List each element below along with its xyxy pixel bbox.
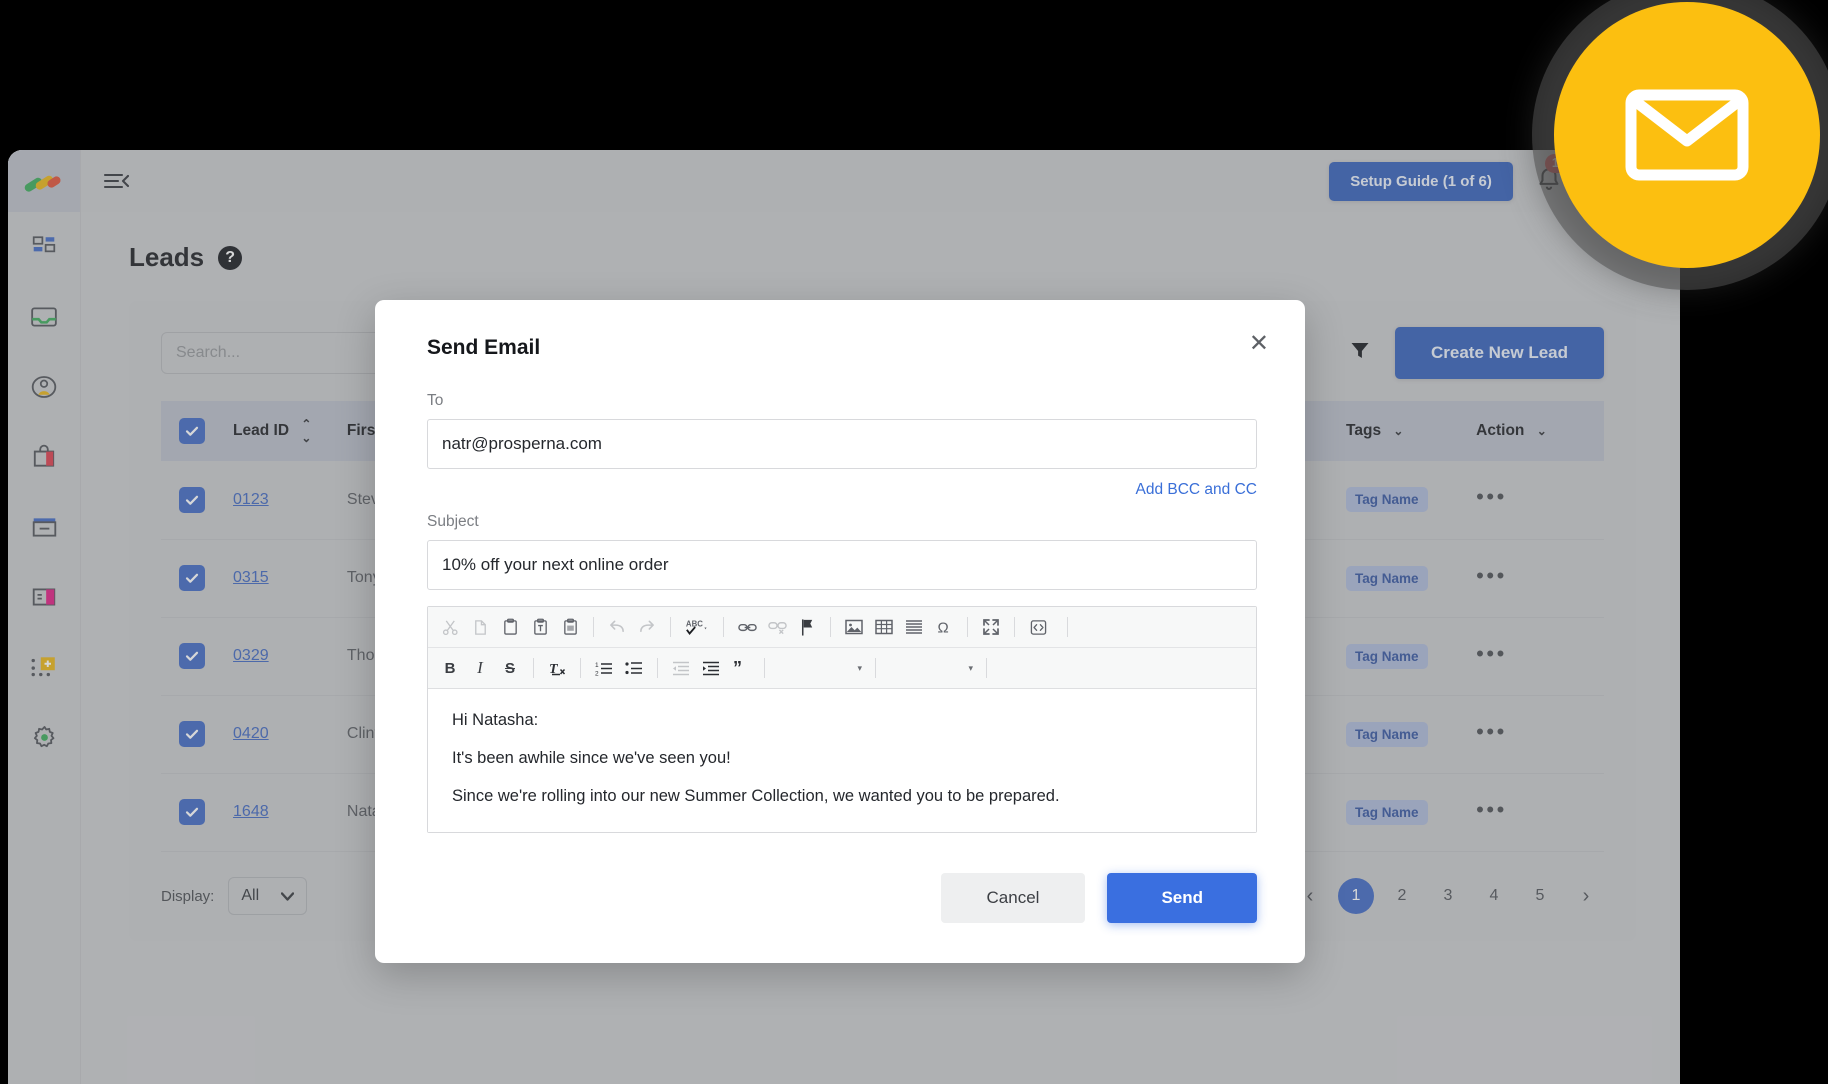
italic-button[interactable]: I — [466, 655, 494, 681]
copy-icon[interactable] — [466, 614, 494, 640]
editor-toolbar-row-2: B I S T 12 ” ▾ ▾ — [428, 648, 1256, 689]
redo-icon[interactable] — [633, 614, 661, 640]
unlink-icon[interactable] — [763, 614, 791, 640]
horizontal-rule-icon[interactable] — [900, 614, 928, 640]
editor-body[interactable]: Hi Natasha: It's been awhile since we've… — [428, 689, 1256, 832]
toolbar-separator — [670, 617, 671, 637]
anchor-flag-icon[interactable] — [793, 614, 821, 640]
rich-text-editor: ABC Ω B I S T 1 2 ” ▾ ▾ Hi Natasha: It's… — [427, 606, 1257, 833]
email-paragraph: Since we're rolling into our new Summer … — [452, 787, 1060, 805]
maximize-icon[interactable] — [977, 614, 1005, 640]
blockquote-icon[interactable]: ” — [727, 655, 755, 681]
paste-from-word-icon[interactable] — [556, 614, 584, 640]
cut-scissors-icon[interactable] — [436, 614, 464, 640]
editor-help-button[interactable] — [996, 655, 1024, 681]
paste-as-text-icon[interactable] — [526, 614, 554, 640]
toolbar-separator — [1014, 617, 1015, 637]
toolbar-separator — [967, 617, 968, 637]
toolbar-separator — [593, 617, 594, 637]
image-icon[interactable] — [840, 614, 868, 640]
strikethrough-button[interactable]: S — [496, 655, 524, 681]
envelope-icon — [1625, 89, 1749, 181]
close-icon[interactable]: ✕ — [1249, 332, 1269, 356]
to-label: To — [427, 392, 444, 409]
cancel-button[interactable]: Cancel — [940, 873, 1086, 923]
bold-button[interactable]: B — [436, 655, 464, 681]
format-dropdown[interactable]: ▾ — [885, 663, 977, 674]
email-badge-overlay — [1554, 2, 1820, 268]
paste-icon[interactable] — [496, 614, 524, 640]
source-icon[interactable] — [1024, 614, 1052, 640]
special-character-omega-icon[interactable]: Ω — [930, 614, 958, 640]
modal-title: Send Email — [427, 336, 541, 359]
toolbar-separator — [875, 658, 876, 678]
svg-text:Ω: Ω — [938, 620, 949, 637]
toolbar-separator — [533, 658, 534, 678]
bulleted-list-icon[interactable] — [620, 655, 648, 681]
undo-icon[interactable] — [603, 614, 631, 640]
decrease-indent-icon[interactable] — [667, 655, 695, 681]
link-icon[interactable] — [733, 614, 761, 640]
send-email-modal: Send Email ✕ To Add BCC and CC Subject — [375, 300, 1305, 963]
toolbar-separator — [723, 617, 724, 637]
subject-input[interactable] — [427, 540, 1257, 590]
subject-label: Subject — [427, 513, 479, 530]
screenshot-stage: Setup Guide (1 of 6) 11 Alex Leads ? — [0, 0, 1828, 1084]
numbered-list-icon[interactable]: 12 — [590, 655, 618, 681]
chevron-down-icon: ▾ — [857, 662, 862, 673]
svg-text:1: 1 — [595, 662, 599, 669]
remove-format-icon[interactable]: T — [543, 655, 571, 681]
table-icon[interactable] — [870, 614, 898, 640]
toolbar-separator — [986, 658, 987, 678]
email-paragraph: It's been awhile since we've seen you! — [452, 749, 731, 767]
toolbar-separator — [830, 617, 831, 637]
toolbar-separator — [580, 658, 581, 678]
increase-indent-icon[interactable] — [697, 655, 725, 681]
toolbar-separator — [1067, 617, 1068, 637]
send-button[interactable]: Send — [1107, 873, 1257, 923]
svg-text:2: 2 — [595, 670, 599, 677]
chevron-down-icon: ▾ — [968, 662, 973, 673]
add-bcc-cc-link[interactable]: Add BCC and CC — [427, 481, 1257, 499]
svg-text:”: ” — [733, 660, 742, 677]
toolbar-separator — [764, 658, 765, 678]
to-input[interactable] — [427, 419, 1257, 469]
modal-footer: Cancel Send — [427, 873, 1257, 923]
toolbar-separator — [657, 658, 658, 678]
styles-dropdown[interactable]: ▾ — [774, 663, 866, 674]
editor-toolbar-row-1: ABC Ω — [428, 607, 1256, 648]
email-paragraph: Hi Natasha: — [452, 711, 539, 729]
spellcheck-abc-icon[interactable]: ABC — [680, 614, 714, 640]
